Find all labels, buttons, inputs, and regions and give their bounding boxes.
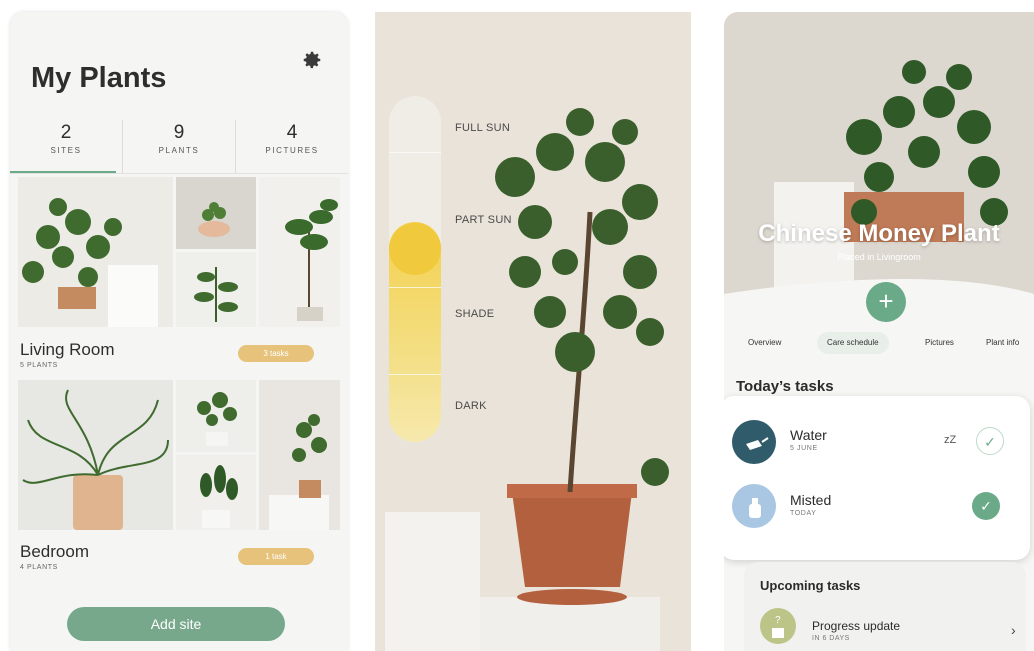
site-count-bedroom: 4 PLANTS [20,564,58,571]
slider-tick-full-sun [389,152,441,153]
svg-text:?: ? [775,615,781,626]
light-level-screen: FULL SUN PART SUN SHADE DARK [375,12,691,651]
pilea-plant-icon [22,198,158,327]
zz-plant-icon [200,465,238,528]
site-count-living-room: 5 PLANTS [20,362,58,369]
bedroom-photo-2[interactable] [176,380,256,452]
light-option-part-sun[interactable]: PART SUN [455,214,512,226]
bedroom-photo-grid[interactable] [18,380,340,530]
living-room-photo-3[interactable] [176,252,256,327]
bedroom-photo-3[interactable] [176,455,256,530]
snooze-icon[interactable]: zZ [944,434,956,446]
plant-hero-image [724,12,1034,312]
tasks-badge-living-room[interactable]: 3 tasks [238,345,314,362]
site-name-bedroom[interactable]: Bedroom [20,542,89,562]
check-icon[interactable]: ✓ [976,427,1004,455]
page-title: My Plants [31,62,167,94]
light-level-slider-handle[interactable] [389,223,441,275]
pilea-shelf-icon [269,414,329,530]
completed-check-icon[interactable]: ✓ [972,492,1000,520]
plus-icon: + [878,286,894,316]
upcoming-task-name[interactable]: Progress update [812,619,900,633]
task-name-water: Water [790,427,827,443]
tab-sites[interactable]: 2 SITES [10,120,122,174]
seedling-in-hand-icon [198,202,230,237]
living-room-photo-1[interactable] [18,177,173,327]
add-site-button[interactable]: Add site [67,607,285,641]
light-option-dark[interactable]: DARK [455,400,487,412]
pilea-small-icon [197,392,237,446]
spray-bottle-icon [732,484,776,528]
stats-divider [10,173,348,174]
task-date-water: 5 JUNE [790,445,818,452]
chevron-right-icon[interactable]: › [1011,622,1016,638]
plant-tabs: Overview Care schedule Pictures Plant in… [724,332,1034,356]
task-name-misted: Misted [790,492,832,508]
tasks-badge-bedroom[interactable]: 1 task [238,548,314,565]
upcoming-task-date: IN 6 DAYS [812,635,850,642]
watering-can-icon [732,420,776,464]
curly-vine-plant-icon [22,389,169,530]
upcoming-tasks-title: Upcoming tasks [760,578,861,593]
sites-label: SITES [50,146,82,155]
fiddle-leaf-tree-icon [285,199,338,321]
living-room-photo-4[interactable] [259,177,340,327]
bedroom-photo-4[interactable] [259,380,340,530]
plant-name-title: Chinese Money Plant [758,220,1000,247]
site-name-living-room[interactable]: Living Room [20,340,115,360]
slider-tick-shade [389,374,441,375]
tab-pictures[interactable]: Pictures [925,332,954,354]
leafy-stem-icon [194,267,238,322]
slider-tick-part-sun [389,287,441,288]
progress-update-icon: ? [760,608,796,644]
light-option-shade[interactable]: SHADE [455,308,494,320]
pictures-count: 4 [286,122,298,143]
settings-gear-icon[interactable] [301,49,323,71]
plant-detail-screen: Chinese Money Plant Placed in Livingroom… [724,12,1034,651]
pictures-label: PICTURES [265,146,319,155]
task-date-misted: TODAY [790,510,817,517]
tab-care-schedule[interactable]: Care schedule [817,332,889,354]
tab-overview[interactable]: Overview [748,332,781,354]
sites-count: 2 [60,122,72,143]
stats-tabs: 2 SITES 9 PLANTS 4 PICTURES [10,120,348,174]
living-room-photo-2[interactable] [176,177,256,249]
living-room-photo-grid[interactable] [18,177,340,327]
light-option-full-sun[interactable]: FULL SUN [455,122,510,134]
my-plants-screen: My Plants 2 SITES 9 PLANTS 4 PICTURES Li… [10,12,348,651]
plants-count: 9 [173,122,185,143]
plant-location: Placed in Livingroom [837,252,921,262]
tab-plant-info[interactable]: Plant info [986,332,1019,354]
bedroom-photo-1[interactable] [18,380,173,530]
add-button[interactable]: + [866,282,906,322]
plants-label: PLANTS [158,146,200,155]
tab-plants[interactable]: 9 PLANTS [122,120,235,174]
todays-tasks-title: Today’s tasks [736,378,834,395]
tab-pictures[interactable]: 4 PICTURES [235,120,348,174]
